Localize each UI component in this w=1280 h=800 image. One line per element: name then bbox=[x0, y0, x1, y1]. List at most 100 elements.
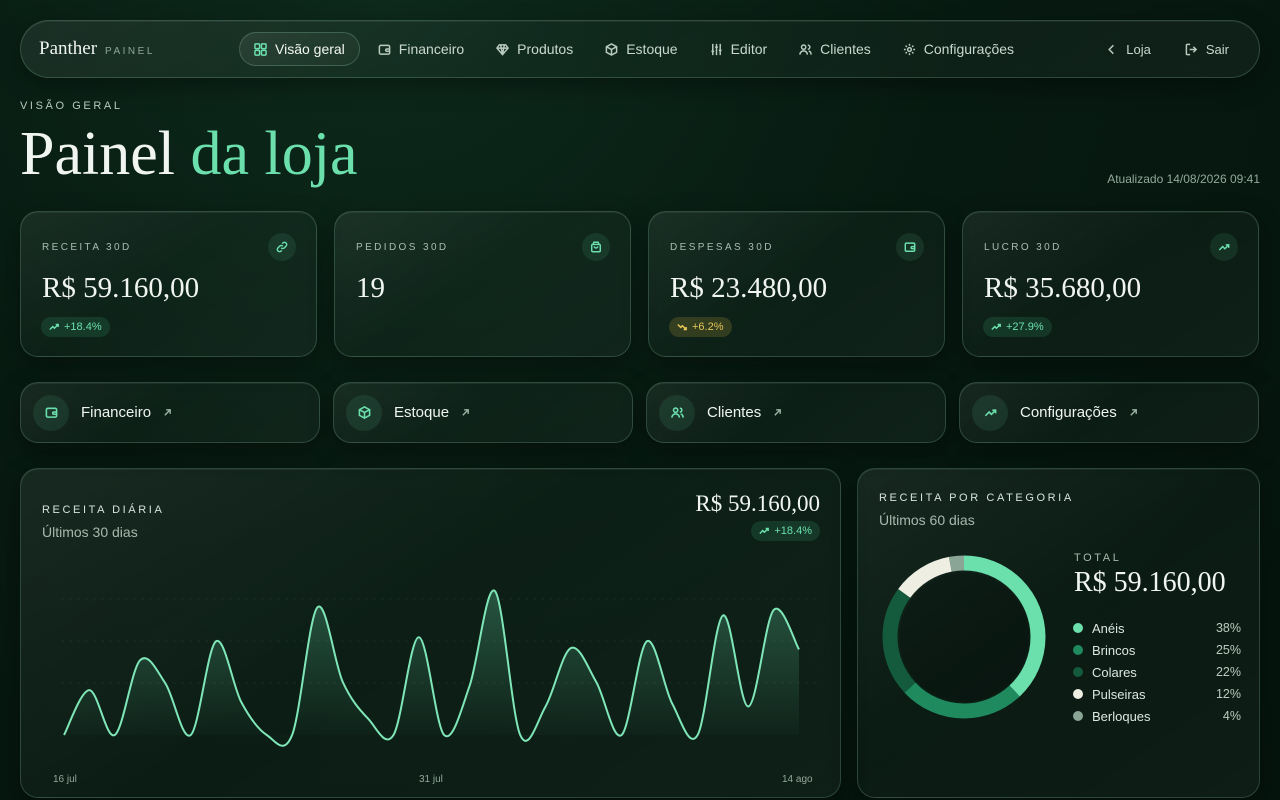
kpi-badge: +18.4% bbox=[41, 317, 110, 337]
arrow-up-right-icon bbox=[773, 404, 782, 422]
quick-link-financeiro[interactable]: Financeiro bbox=[20, 382, 320, 443]
bag-icon bbox=[582, 233, 610, 261]
panel-title: RECEITA POR CATEGORIA bbox=[879, 492, 1074, 504]
revenue-point-04-ago bbox=[544, 704, 548, 708]
top-nav: Panther PAINEL Visão geral Financeiro Pr… bbox=[20, 20, 1260, 78]
daily-revenue-chart bbox=[61, 589, 821, 747]
nav-item-label: Financeiro bbox=[398, 41, 465, 57]
loja-label: Loja bbox=[1126, 41, 1151, 57]
nav-item-label: Visão geral bbox=[275, 41, 345, 57]
revenue-point-22-jul bbox=[214, 639, 218, 643]
panel-title: RECEITA DIÁRIA bbox=[42, 504, 165, 516]
trend-up-icon bbox=[1210, 233, 1238, 261]
legend-name: Anéis bbox=[1092, 620, 1125, 636]
page-title-main: Painel bbox=[20, 120, 175, 188]
revenue-point-28-jul bbox=[366, 717, 370, 721]
revenue-point-03-ago bbox=[518, 733, 522, 737]
revenue-point-19-jul bbox=[138, 658, 142, 662]
kpi-badge-text: +18.4% bbox=[64, 321, 102, 333]
revenue-point-12-ago bbox=[746, 704, 750, 708]
revenue-point-24-jul bbox=[265, 733, 269, 737]
link-icon bbox=[268, 233, 296, 261]
revenue-point-08-ago bbox=[645, 639, 649, 643]
kpi-label: DESPESAS 30D bbox=[670, 242, 774, 253]
wallet-icon bbox=[896, 233, 924, 261]
revenue-point-14-ago bbox=[797, 647, 801, 651]
nav-item-produtos[interactable]: Produtos bbox=[482, 32, 587, 66]
legend-item: Berloques 4% bbox=[1073, 705, 1241, 727]
sair-button[interactable]: Sair bbox=[1173, 32, 1241, 66]
legend-dot bbox=[1073, 667, 1083, 677]
quick-link-estoque[interactable]: Estoque bbox=[333, 382, 633, 443]
loja-link[interactable]: Loja bbox=[1093, 32, 1163, 66]
kpi-badge: +6.2% bbox=[669, 317, 732, 337]
revenue-point-27-jul bbox=[341, 680, 345, 684]
nav-item-label: Estoque bbox=[626, 41, 678, 57]
legend-item: Anéis 38% bbox=[1073, 617, 1241, 639]
revenue-point-29-jul bbox=[391, 733, 395, 737]
x-tick-label: 31 jul bbox=[419, 774, 443, 785]
legend-dot bbox=[1073, 623, 1083, 633]
kpi-card-lucro: LUCRO 30D R$ 35.680,00 +27.9% bbox=[962, 211, 1259, 357]
nav-item-clientes[interactable]: Clientes bbox=[785, 32, 885, 66]
revenue-point-21-jul bbox=[189, 733, 193, 737]
nav-item-label: Produtos bbox=[517, 41, 574, 57]
revenue-point-10-ago bbox=[696, 733, 700, 737]
revenue-point-01-ago bbox=[468, 684, 472, 688]
arrow-up-right-icon bbox=[461, 404, 470, 422]
revenue-point-06-ago bbox=[594, 680, 598, 684]
revenue-point-02-ago bbox=[493, 589, 497, 593]
brand-logo[interactable]: Panther PAINEL bbox=[39, 38, 155, 60]
total-label: TOTAL bbox=[1074, 552, 1122, 564]
page-title-accent: da loja bbox=[190, 120, 358, 188]
nav-item-editor[interactable]: Editor bbox=[696, 32, 782, 66]
revenue-point-11-ago bbox=[721, 613, 725, 617]
nav-menu: Visão geral Financeiro Produtos Estoque … bbox=[239, 32, 1028, 66]
trend-up-icon bbox=[972, 394, 1008, 431]
kpi-value: R$ 59.160,00 bbox=[42, 272, 200, 304]
quick-link-label: Clientes bbox=[707, 404, 762, 421]
revenue-badge: +18.4% bbox=[751, 521, 820, 541]
category-donut-chart bbox=[882, 555, 1046, 719]
last-updated: Atualizado 14/08/2026 09:41 bbox=[1107, 172, 1260, 186]
quick-link-clientes[interactable]: Clientes bbox=[646, 382, 946, 443]
kpi-label: LUCRO 30D bbox=[984, 242, 1062, 253]
box-icon bbox=[346, 394, 382, 431]
users-icon bbox=[799, 43, 812, 55]
nav-item-configuracoes[interactable]: Configurações bbox=[889, 32, 1028, 66]
kpi-value: R$ 23.480,00 bbox=[670, 272, 828, 304]
legend-name: Berloques bbox=[1092, 708, 1151, 724]
arrow-up-right-icon bbox=[163, 404, 172, 422]
kpi-label: RECEITA 30D bbox=[42, 242, 132, 253]
nav-item-visao-geral[interactable]: Visão geral bbox=[239, 32, 360, 66]
kpi-badge-text: +27.9% bbox=[1006, 321, 1044, 333]
revenue-point-05-ago bbox=[569, 646, 573, 650]
legend-dot bbox=[1073, 711, 1083, 721]
kpi-badge-text: +6.2% bbox=[692, 321, 724, 333]
revenue-point-18-jul bbox=[113, 733, 117, 737]
revenue-point-07-ago bbox=[620, 733, 624, 737]
quick-link-label: Estoque bbox=[394, 404, 450, 421]
nav-item-financeiro[interactable]: Financeiro bbox=[364, 32, 478, 66]
revenue-point-13-ago bbox=[772, 608, 776, 612]
nav-item-label: Configurações bbox=[923, 41, 1015, 57]
trend-up-icon bbox=[991, 323, 1001, 331]
arrow-up-right-icon bbox=[1129, 404, 1138, 422]
quick-link-label: Configurações bbox=[1020, 404, 1117, 421]
legend-dot bbox=[1073, 645, 1083, 655]
nav-item-estoque[interactable]: Estoque bbox=[591, 32, 691, 66]
page-eyebrow: VISÃO GERAL bbox=[20, 100, 123, 112]
legend-pct: 12% bbox=[1215, 687, 1241, 701]
legend-dot bbox=[1073, 689, 1083, 699]
revenue-area bbox=[64, 590, 799, 746]
quick-link-label: Financeiro bbox=[81, 404, 152, 421]
wallet-icon bbox=[33, 394, 69, 431]
diamond-icon bbox=[496, 43, 510, 56]
quick-link-configuracoes[interactable]: Configurações bbox=[959, 382, 1259, 443]
kpi-value: 19 bbox=[356, 272, 385, 304]
box-icon bbox=[605, 42, 618, 56]
trend-up-icon bbox=[49, 323, 59, 331]
gear-icon bbox=[903, 43, 915, 55]
logout-icon bbox=[1185, 43, 1198, 55]
legend-name: Colares bbox=[1092, 664, 1137, 680]
